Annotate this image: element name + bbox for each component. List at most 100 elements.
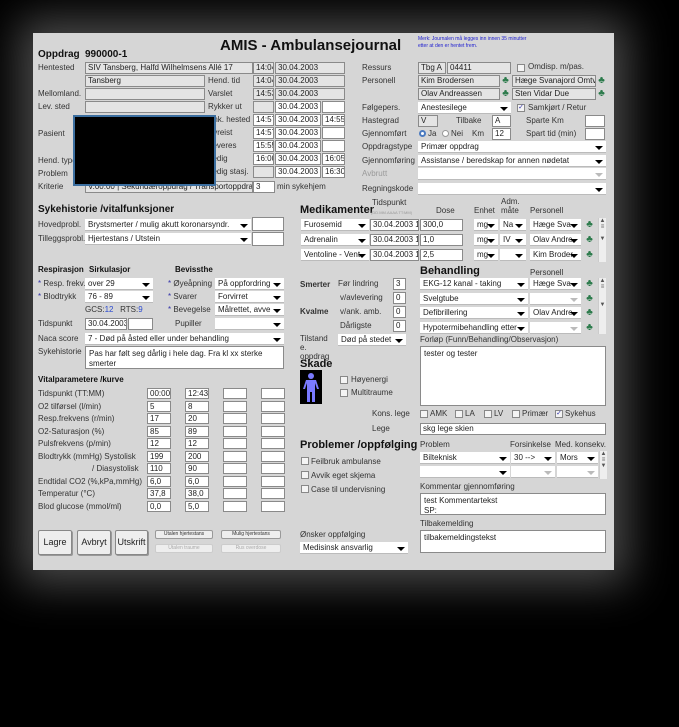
behandling-select[interactable]: Svelgtube: [420, 292, 528, 305]
behandling-personell-select[interactable]: [530, 292, 581, 305]
mellomland-field[interactable]: [85, 88, 205, 100]
pupiller-select[interactable]: [215, 318, 284, 330]
vital-field[interactable]: 6,0: [147, 475, 171, 487]
med-personell-select[interactable]: Olav Andre: [530, 234, 581, 246]
personell-field[interactable]: Sten Vidar Due: [512, 88, 596, 100]
behandling-select[interactable]: Defibrillering: [420, 307, 528, 319]
spart-tid-field[interactable]: [585, 128, 605, 140]
kommentar-textarea[interactable]: test Kommentartekst SP:: [420, 493, 606, 515]
lege-field[interactable]: skg lege skien: [420, 423, 606, 435]
time-field[interactable]: 14:57: [253, 114, 274, 126]
levsted-field[interactable]: [85, 101, 205, 113]
beh-scrollbar[interactable]: ▲ ≡ ▼: [598, 278, 606, 334]
forlop-textarea[interactable]: tester og tester: [420, 346, 606, 406]
hoyenergi-checkbox[interactable]: [340, 376, 348, 384]
med-enhet-select[interactable]: mg: [474, 249, 498, 261]
extra-time-field[interactable]: [322, 101, 345, 113]
date-field[interactable]: 30.04.2003: [275, 166, 321, 178]
date-field[interactable]: 30.04.2003: [275, 88, 345, 100]
smerter-field[interactable]: 0: [393, 306, 406, 318]
time-field[interactable]: 16:00: [253, 153, 274, 165]
med-time-field[interactable]: 30.04.2003 12:00: [370, 249, 419, 261]
vital-field[interactable]: 5: [147, 400, 171, 412]
behandling-select[interactable]: EKG-12 kanal - taking: [420, 278, 528, 290]
vital-field[interactable]: [223, 450, 247, 462]
med-konsekv-select[interactable]: Mors: [557, 452, 598, 464]
med-personell-select[interactable]: Hæge Sva: [530, 219, 581, 231]
hentested-field[interactable]: SIV Tansberg, Halfd Wilhelmsens Allé 17: [85, 62, 253, 74]
person-icon[interactable]: ♣: [584, 249, 595, 260]
person-icon[interactable]: ♣: [500, 75, 511, 86]
ressurs-field-1[interactable]: Tbg A: [418, 62, 446, 74]
med-name-select[interactable]: Furosemid: [301, 219, 369, 231]
behandling-personell-select[interactable]: Hæge Sva: [530, 278, 581, 290]
date-field[interactable]: 30.04.2003: [275, 62, 345, 74]
tilstand-select[interactable]: Død på stedet: [338, 334, 406, 346]
med-name-select[interactable]: Ventoline - Vent: [301, 249, 369, 261]
med-konsekv-select[interactable]: [557, 466, 598, 478]
extra-time-field[interactable]: 16:30: [322, 166, 345, 178]
ja-radio[interactable]: [419, 130, 426, 137]
vital-field[interactable]: 12: [147, 438, 171, 449]
extra-time-field[interactable]: 16:05: [322, 153, 345, 165]
person-icon[interactable]: ♣: [584, 293, 595, 304]
personell-field[interactable]: Hæge Svanajord Omtv: [512, 75, 596, 87]
vital-field[interactable]: 199: [147, 450, 171, 462]
vital-field[interactable]: [261, 438, 285, 449]
gjennomforing-select[interactable]: Assistanse / beredskap for annen nødetat: [418, 155, 606, 167]
person-icon[interactable]: ♣: [500, 88, 511, 99]
km-field[interactable]: 12: [492, 128, 511, 140]
date-field[interactable]: 30.04.2003: [275, 153, 321, 165]
blodtrykk-select[interactable]: 76 - 89: [85, 291, 153, 303]
date-field[interactable]: 30.04.2003: [275, 114, 321, 126]
tidspunkt-date-field[interactable]: 30.04.2003: [85, 318, 127, 330]
behandling-select[interactable]: Hypotermibehandling etter: [420, 321, 528, 334]
svarer-select[interactable]: Forvirret: [215, 291, 284, 303]
kons-checkbox-amk[interactable]: [420, 410, 428, 418]
med-dose-field[interactable]: 300,0: [420, 219, 463, 231]
med-time-field[interactable]: 30.04.2003 12:00: [370, 219, 419, 231]
minutes-field[interactable]: 3: [253, 181, 275, 193]
tilbake-field[interactable]: A: [492, 115, 511, 127]
vital-field[interactable]: [223, 413, 247, 424]
smerter-field[interactable]: 0: [393, 292, 406, 304]
avbryt-button[interactable]: Avbryt: [77, 530, 111, 555]
personell-field[interactable]: Kim Brodersen: [418, 75, 500, 87]
problem-select[interactable]: Bilteknisk: [420, 452, 510, 464]
kons-checkbox-primær[interactable]: [512, 410, 520, 418]
sparte-km-field[interactable]: [585, 115, 605, 127]
person-icon[interactable]: ♣: [596, 75, 607, 86]
hovedprobl-select[interactable]: Brystsmerter / mulig akutt koronarsyndr.: [85, 219, 251, 231]
vital-field[interactable]: [261, 413, 285, 424]
sykehistorie-textarea[interactable]: Pas har følt seg dårlig i hele dag. Fra …: [85, 346, 284, 369]
utalen-hjertestans-button[interactable]: Utalen hjertestans: [155, 530, 213, 539]
med-adm-select[interactable]: [500, 249, 526, 261]
med-enhet-select[interactable]: mg: [474, 219, 498, 231]
date-field[interactable]: 30.04.2003: [275, 75, 345, 87]
extra-time-field[interactable]: [322, 127, 345, 139]
med-dose-field[interactable]: 1,0: [420, 234, 463, 246]
vital-field[interactable]: 85: [147, 425, 171, 437]
nei-radio[interactable]: [442, 130, 449, 137]
vital-field[interactable]: 20: [185, 413, 209, 424]
lagre-button[interactable]: Lagre: [38, 530, 72, 555]
folgepers-select[interactable]: Anestesilege: [418, 102, 511, 114]
med-adm-select[interactable]: Na: [500, 219, 526, 231]
problem-checkbox[interactable]: [301, 457, 309, 465]
oppdragstype-select[interactable]: Primær oppdrag: [418, 141, 606, 153]
person-icon[interactable]: ♣: [584, 278, 595, 289]
onsker-select[interactable]: Medisinsk ansvarlig: [300, 542, 408, 554]
time-field[interactable]: 14:57: [253, 127, 274, 139]
respfrekv-select[interactable]: over 29: [85, 278, 153, 290]
date-field[interactable]: 30.04.2003: [275, 127, 321, 139]
med-enhet-select[interactable]: mg: [474, 234, 498, 246]
multitraume-checkbox[interactable]: [340, 389, 348, 397]
oye-select[interactable]: På oppfordring: [215, 278, 284, 290]
problem-checkbox[interactable]: [301, 485, 309, 493]
forsinkelse-select[interactable]: 30 -->: [511, 452, 555, 464]
vital-field[interactable]: 17: [147, 413, 171, 424]
vital-field[interactable]: [261, 400, 285, 412]
med-name-select[interactable]: Adrenalin: [301, 234, 369, 246]
vital-field[interactable]: [223, 475, 247, 487]
problem-select[interactable]: [420, 466, 510, 478]
